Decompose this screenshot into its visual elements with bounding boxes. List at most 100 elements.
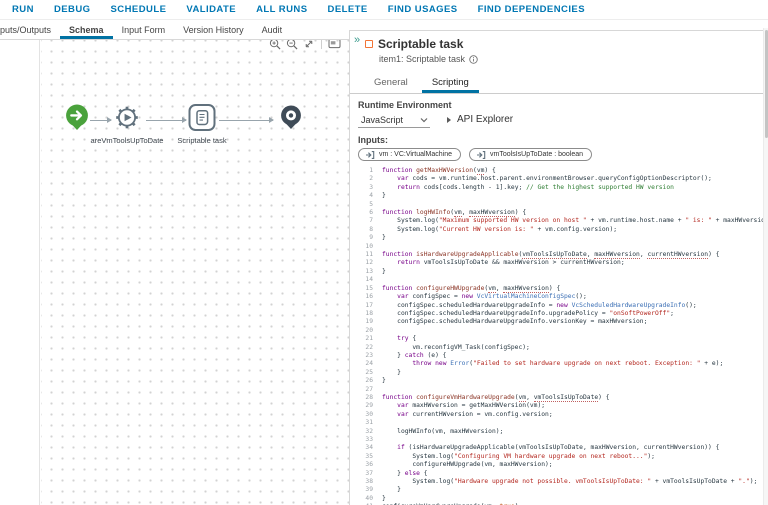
panel-tab-scripting[interactable]: Scripting <box>422 74 479 93</box>
fit-screen-icon[interactable] <box>302 40 315 50</box>
tab-input-form[interactable]: Input Form <box>113 20 175 39</box>
line-number: 10 <box>358 243 382 251</box>
line-content: } <box>382 192 386 200</box>
scriptable-task-node[interactable] <box>188 104 216 137</box>
scriptable-task-icon <box>365 40 373 48</box>
menu-item-all-runs[interactable]: ALL RUNS <box>246 4 317 15</box>
code-line: 16 var configSpec = new VcVirtualMachine… <box>358 293 768 301</box>
panel-tabs: GeneralScripting <box>350 64 768 94</box>
tab-version-history[interactable]: Version History <box>174 20 253 39</box>
line-content: function configureVmHardwareUpgrade(vm, … <box>382 394 610 402</box>
connector-arrowhead <box>182 117 187 123</box>
api-explorer-toggle[interactable]: API Explorer <box>446 114 513 128</box>
workflow-canvas[interactable]: areVmToolsUpToDateScriptable task <box>0 40 349 505</box>
code-line: 7 System.log("Maximum supported HW versi… <box>358 217 768 225</box>
workflow-element-node[interactable] <box>114 104 141 136</box>
line-content: return vmToolsIsUpToDate && maxHWversion… <box>382 259 625 267</box>
menu-item-find-dependencies[interactable]: FIND DEPENDENCIES <box>468 4 595 15</box>
tab-schema[interactable]: Schema <box>60 20 113 39</box>
start-node[interactable] <box>66 105 89 136</box>
end-node[interactable] <box>281 106 302 135</box>
line-content: System.log("Maximum supported HW version… <box>382 217 768 225</box>
line-number: 24 <box>358 360 382 368</box>
line-number: 34 <box>358 444 382 452</box>
panel-title: Scriptable task <box>378 37 463 51</box>
code-line: 28function configureVmHardwareUpgrade(vm… <box>358 394 768 402</box>
info-icon[interactable] <box>469 55 478 64</box>
code-line: 13} <box>358 268 768 276</box>
code-line: 8 System.log("Current HW version is: " +… <box>358 226 768 234</box>
line-content: var currentHWversion = vm.config.version… <box>382 411 553 419</box>
menu-item-delete[interactable]: DELETE <box>318 4 378 15</box>
code-line: 17 configSpec.scheduledHardwareUpgradeIn… <box>358 302 768 310</box>
node-label: Scriptable task <box>177 136 226 145</box>
input-variable-chip[interactable]: vm : VC:VirtualMachine <box>358 148 461 161</box>
inputs-label: Inputs: <box>358 135 768 145</box>
line-content: return cods[cods.length - 1].key; // Get… <box>382 184 674 192</box>
line-content: configSpec.scheduledHardwareUpgradeInfo … <box>382 302 697 310</box>
line-number: 15 <box>358 285 382 293</box>
code-line: 25 } <box>358 369 768 377</box>
line-number: 4 <box>358 192 382 200</box>
line-content: vm.reconfigVM_Task(configSpec); <box>382 344 530 352</box>
line-content: } catch (e) { <box>382 352 446 360</box>
script-code-editor[interactable]: 1function getMaxHWVersion(vm) {2 var cod… <box>358 167 768 505</box>
line-content: var cods = vm.runtime.host.parent.enviro… <box>382 175 712 183</box>
runtime-environment-label: Runtime Environment <box>358 100 768 110</box>
line-number: 35 <box>358 453 382 461</box>
panel-tab-general[interactable]: General <box>364 74 418 93</box>
line-content: var configSpec = new VcVirtualMachineCon… <box>382 293 587 301</box>
code-line: 38 System.log("Hardware upgrade not poss… <box>358 478 768 486</box>
input-variable-chip[interactable]: vmToolsIsUpToDate : boolean <box>469 148 592 161</box>
api-explorer-label: API Explorer <box>457 114 513 125</box>
menu-item-find-usages[interactable]: FIND USAGES <box>378 4 468 15</box>
runtime-environment-select[interactable]: JavaScript <box>358 113 430 128</box>
code-line: 22 vm.reconfigVM_Task(configSpec); <box>358 344 768 352</box>
workflow-editor-screen: RUNDEBUGSCHEDULEVALIDATEALL RUNSDELETEFI… <box>0 0 768 505</box>
code-line: 24 throw new Error("Failed to set hardwa… <box>358 360 768 368</box>
zoom-out-icon[interactable] <box>285 40 298 50</box>
code-line: 33 <box>358 436 768 444</box>
page-scrollbar[interactable] <box>763 28 768 505</box>
code-line: 10 <box>358 243 768 251</box>
line-number: 33 <box>358 436 382 444</box>
code-line: 20 <box>358 327 768 335</box>
menu-item-run[interactable]: RUN <box>2 4 44 15</box>
line-number: 37 <box>358 470 382 478</box>
line-content: configSpec.scheduledHardwareUpgradeInfo.… <box>382 310 674 318</box>
panel-collapse-icon[interactable]: » <box>351 33 363 47</box>
line-content: } <box>382 369 401 377</box>
line-number: 2 <box>358 175 382 183</box>
line-number: 5 <box>358 201 382 209</box>
line-content: } <box>382 234 386 242</box>
line-content: var maxHWversion = getMaxHWVersion(vm); <box>382 402 545 410</box>
line-content: function getMaxHWVersion(vm) { <box>382 167 496 175</box>
line-content: function logHWInfo(vm, maxHWversion) { <box>382 209 526 217</box>
code-line: 21 try { <box>358 335 768 343</box>
task-details-panel: » Scriptable task item1: Scriptable task… <box>349 30 768 505</box>
line-number: 1 <box>358 167 382 175</box>
code-line: 2 var cods = vm.runtime.host.parent.envi… <box>358 175 768 183</box>
line-number: 7 <box>358 217 382 225</box>
menu-item-validate[interactable]: VALIDATE <box>176 4 246 15</box>
line-content <box>382 201 386 209</box>
left-region: puts/OutputsSchemaInput FormVersion Hist… <box>0 20 349 505</box>
line-number: 16 <box>358 293 382 301</box>
line-number: 27 <box>358 386 382 394</box>
code-line: 34 if (isHardwareUpgradeApplicable(vmToo… <box>358 444 768 452</box>
line-content: System.log("Hardware upgrade not possibl… <box>382 478 757 486</box>
code-line: 4} <box>358 192 768 200</box>
tab-puts-outputs[interactable]: puts/Outputs <box>0 20 60 39</box>
menu-item-schedule[interactable]: SCHEDULE <box>101 4 177 15</box>
tab-audit[interactable]: Audit <box>253 20 292 39</box>
zoom-in-icon[interactable] <box>268 40 281 50</box>
line-content: try { <box>382 335 416 343</box>
canvas-toolbar <box>268 40 341 50</box>
line-content: function configureHWUpgrade(vm, maxHWver… <box>382 285 560 293</box>
line-number: 3 <box>358 184 382 192</box>
menu-item-debug[interactable]: DEBUG <box>44 4 101 15</box>
line-content: } <box>382 268 386 276</box>
minimap-icon[interactable] <box>328 40 341 50</box>
line-number: 20 <box>358 327 382 335</box>
panel-header: Scriptable task item1: Scriptable task <box>350 31 768 64</box>
